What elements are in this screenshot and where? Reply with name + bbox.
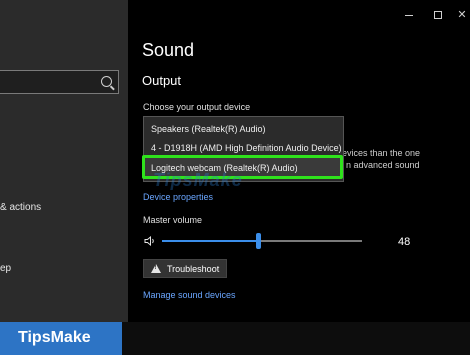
device-option-speakers[interactable]: Speakers (Realtek(R) Audio) bbox=[144, 119, 343, 139]
page-title: Sound bbox=[142, 40, 195, 60]
maximize-icon bbox=[434, 11, 442, 19]
volume-value: 48 bbox=[398, 236, 411, 248]
close-button[interactable]: ✕ bbox=[455, 8, 469, 22]
output-device-label: Choose your output device bbox=[143, 102, 251, 112]
search-input[interactable] bbox=[0, 70, 119, 94]
brand-badge: TipsMake bbox=[0, 322, 122, 355]
description-text-line2: n advanced sound bbox=[346, 160, 420, 170]
volume-slider-thumb[interactable] bbox=[256, 233, 261, 249]
minimize-icon bbox=[405, 15, 413, 16]
manage-sound-devices-link[interactable]: Manage sound devices bbox=[143, 290, 236, 300]
search-icon[interactable] bbox=[101, 76, 112, 87]
minimize-button[interactable] bbox=[402, 8, 416, 22]
settings-window: & actions ep ✕ Sound Output Choose your … bbox=[0, 0, 470, 355]
volume-slider-track[interactable] bbox=[258, 240, 362, 242]
warning-icon bbox=[151, 264, 161, 273]
speaker-icon[interactable] bbox=[144, 236, 156, 246]
section-title-output: Output bbox=[142, 73, 182, 88]
watermark: TipsMake bbox=[153, 170, 243, 190]
brand-name: TipsMake bbox=[18, 329, 91, 346]
volume-slider-fill[interactable] bbox=[162, 240, 258, 242]
maximize-button[interactable] bbox=[431, 8, 445, 22]
close-icon: ✕ bbox=[457, 9, 467, 21]
master-volume-label: Master volume bbox=[143, 215, 203, 225]
sidebar: & actions ep bbox=[0, 0, 128, 322]
troubleshoot-label: Troubleshoot bbox=[167, 264, 220, 274]
sidebar-item-notifications-actions[interactable]: & actions bbox=[0, 202, 41, 213]
description-text-line1: evices than the one bbox=[342, 148, 421, 158]
sidebar-item-sleep[interactable]: ep bbox=[0, 263, 11, 274]
troubleshoot-button[interactable]: Troubleshoot bbox=[143, 259, 227, 278]
device-properties-link[interactable]: Device properties bbox=[143, 192, 213, 202]
